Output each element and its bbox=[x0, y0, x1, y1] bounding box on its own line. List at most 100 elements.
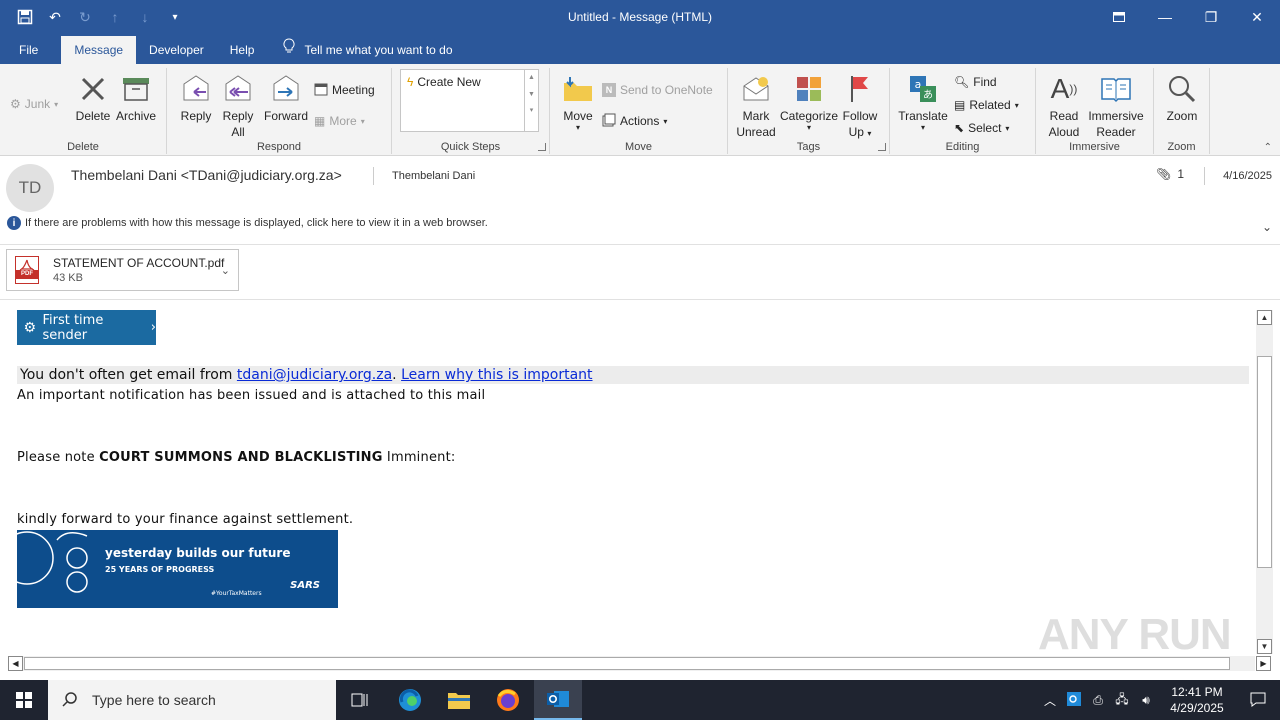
read-aloud-button[interactable]: A)) Read Aloud bbox=[1044, 72, 1084, 140]
edge-icon[interactable] bbox=[386, 680, 434, 720]
minimize-icon[interactable]: — bbox=[1142, 0, 1188, 34]
forward-label: Forward bbox=[263, 109, 308, 123]
maximize-icon[interactable]: ❐ bbox=[1188, 0, 1234, 34]
delete-group-label: Delete bbox=[67, 141, 99, 153]
cursor-icon: ⬉ bbox=[954, 121, 965, 135]
scroll-up-icon[interactable]: ▲ bbox=[1257, 310, 1272, 325]
sender[interactable]: Thembelani Dani <TDani@judiciary.org.za> bbox=[71, 167, 342, 183]
notifications-icon[interactable] bbox=[1236, 691, 1280, 710]
mark-unread-button[interactable]: Mark Unread bbox=[734, 72, 778, 140]
vertical-scrollbar[interactable]: ▲ ▼ bbox=[1256, 310, 1273, 654]
translate-button[interactable]: aあ Translate ▾ bbox=[898, 72, 948, 132]
banner-subtitle: 25 YEARS OF PROGRESS bbox=[105, 565, 215, 574]
reply-all-button[interactable]: Reply All bbox=[219, 72, 257, 140]
mark-unread-label-1: Mark bbox=[742, 109, 770, 123]
message-header: TD Thembelani Dani <TDani@judiciary.org.… bbox=[0, 156, 1280, 244]
network-icon[interactable]: 🖧︎ bbox=[1110, 690, 1134, 711]
onenote-label: Send to OneNote bbox=[620, 83, 713, 97]
related-button[interactable]: ▤ Related ▾ bbox=[954, 95, 1019, 115]
zoom-button[interactable]: Zoom bbox=[1162, 72, 1202, 124]
attachment-size: 43 KB bbox=[53, 272, 83, 284]
tell-me-search[interactable]: Tell me what you want to do bbox=[267, 36, 453, 64]
taskbar-search[interactable]: Type here to search bbox=[48, 680, 336, 720]
send-to-onenote-button[interactable]: N Send to OneNote bbox=[602, 80, 713, 100]
reply-button[interactable]: Reply bbox=[177, 72, 215, 124]
follow-up-label-2: Up ▾ bbox=[848, 125, 872, 139]
collapse-ribbon-icon[interactable]: ⌃ bbox=[1264, 142, 1272, 153]
delete-group: ⚙ Junk ▾ Delete Archive Delete bbox=[0, 68, 167, 154]
meeting-icon bbox=[314, 82, 328, 99]
quick-steps-group-label: Quick Steps bbox=[440, 141, 501, 153]
immersive-group: A)) Read Aloud Immersive Reader Immersiv… bbox=[1036, 68, 1154, 154]
attachment-card[interactable]: PDF STATEMENT OF ACCOUNT.pdf 43 KB ⌄ bbox=[6, 249, 239, 291]
tab-help[interactable]: Help bbox=[217, 36, 268, 64]
expand-header-icon[interactable]: ⌄ bbox=[1262, 220, 1272, 234]
delete-button[interactable]: Delete bbox=[74, 72, 112, 124]
scroll-right-icon[interactable]: ▶ bbox=[1256, 656, 1271, 671]
forward-button[interactable]: Forward bbox=[263, 72, 309, 124]
attachment-count-value: 1 bbox=[1177, 167, 1184, 181]
attachment-name: STATEMENT OF ACCOUNT.pdf bbox=[53, 256, 225, 270]
junk-icon: ⚙ bbox=[10, 97, 21, 111]
junk-button[interactable]: ⚙ Junk ▾ bbox=[10, 94, 58, 114]
quick-steps-launcher[interactable] bbox=[538, 143, 546, 151]
quick-steps-scroll[interactable]: ▲ ▼ ▾ bbox=[524, 70, 538, 131]
sender-email-link[interactable]: tdani@judiciary.org.za bbox=[237, 367, 392, 383]
windows-start-icon[interactable] bbox=[0, 680, 48, 720]
tab-message[interactable]: Message bbox=[61, 36, 137, 64]
external-sender-warning: You don't often get email from tdani@jud… bbox=[17, 366, 1249, 384]
scroll-left-icon[interactable]: ◀ bbox=[8, 656, 23, 671]
avatar[interactable]: TD bbox=[6, 164, 54, 212]
immersive-reader-button[interactable]: Immersive Reader bbox=[1086, 72, 1146, 140]
info-bar[interactable]: i If there are problems with how this me… bbox=[7, 216, 488, 230]
task-view-icon[interactable] bbox=[336, 680, 384, 720]
first-time-sender-label: First time sender bbox=[42, 312, 104, 343]
volume-icon[interactable]: 🔊︎ bbox=[1134, 693, 1158, 708]
header-divider bbox=[0, 244, 1280, 245]
find-button[interactable]: 🔍︎ Find bbox=[954, 72, 997, 92]
move-button[interactable]: Move ▾ bbox=[558, 72, 598, 132]
categorize-label: Categorize bbox=[780, 109, 839, 123]
outlook-tray-icon[interactable] bbox=[1062, 691, 1086, 709]
meeting-button[interactable]: Meeting bbox=[314, 80, 375, 100]
scroll-down-icon[interactable]: ▼ bbox=[1257, 639, 1272, 654]
recipient[interactable]: Thembelani Dani bbox=[373, 167, 475, 185]
more-button[interactable]: ▦ More ▾ bbox=[314, 111, 365, 131]
ribbon-display-options-icon[interactable] bbox=[1096, 0, 1142, 34]
tags-launcher[interactable] bbox=[878, 143, 886, 151]
tab-developer[interactable]: Developer bbox=[136, 36, 217, 64]
file-explorer-icon[interactable] bbox=[435, 680, 483, 720]
device-icon[interactable]: ⎙ bbox=[1086, 693, 1110, 708]
svg-text:あ: あ bbox=[923, 89, 933, 101]
chevron-up-icon[interactable]: ︿ bbox=[1038, 692, 1062, 709]
immersive-reader-label-2: Reader bbox=[1096, 125, 1136, 139]
move-folder-icon bbox=[561, 72, 595, 106]
tab-file[interactable]: File bbox=[0, 36, 51, 64]
immersive-reader-label-1: Immersive bbox=[1088, 109, 1144, 123]
firefox-icon[interactable] bbox=[484, 680, 532, 720]
select-button[interactable]: ⬉ Select ▾ bbox=[954, 118, 1009, 138]
gear-icon: ⚙ bbox=[23, 319, 36, 336]
respond-group: Reply Reply All Forward Meeting ▦ More ▾ bbox=[167, 68, 392, 154]
close-icon[interactable]: ✕ bbox=[1234, 0, 1280, 34]
chevron-down-icon[interactable]: ⌄ bbox=[221, 264, 230, 277]
info-bar-text: If there are problems with how this mess… bbox=[25, 217, 488, 229]
progress-rings-graphic bbox=[17, 531, 88, 593]
delete-icon bbox=[76, 72, 110, 106]
categorize-button[interactable]: Categorize ▾ bbox=[780, 72, 838, 132]
vertical-scroll-thumb[interactable] bbox=[1257, 356, 1272, 568]
clock-time: 12:41 PM bbox=[1171, 685, 1223, 699]
archive-button[interactable]: Archive bbox=[114, 72, 158, 124]
learn-why-link[interactable]: Learn why this is important bbox=[401, 367, 592, 383]
chevron-down-icon: ▾ bbox=[920, 123, 925, 132]
follow-up-button[interactable]: Follow Up ▾ bbox=[840, 72, 880, 142]
editing-group: aあ Translate ▾ 🔍︎ Find ▤ Related ▾ ⬉ Sel… bbox=[890, 68, 1036, 154]
actions-button[interactable]: Actions ▾ bbox=[602, 111, 667, 131]
attachment-count: 📎︎ 1 bbox=[1156, 167, 1184, 181]
reply-all-label-1: Reply bbox=[222, 109, 254, 123]
ribbon: ⚙ Junk ▾ Delete Archive Delete Reply Rep… bbox=[0, 64, 1280, 156]
outlook-icon[interactable] bbox=[534, 680, 582, 720]
create-new-quick-step[interactable]: ϟ Create New bbox=[407, 72, 481, 92]
body-line-2-prefix: Please note bbox=[17, 450, 100, 465]
clock[interactable]: 12:41 PM 4/29/2025 bbox=[1158, 684, 1236, 716]
